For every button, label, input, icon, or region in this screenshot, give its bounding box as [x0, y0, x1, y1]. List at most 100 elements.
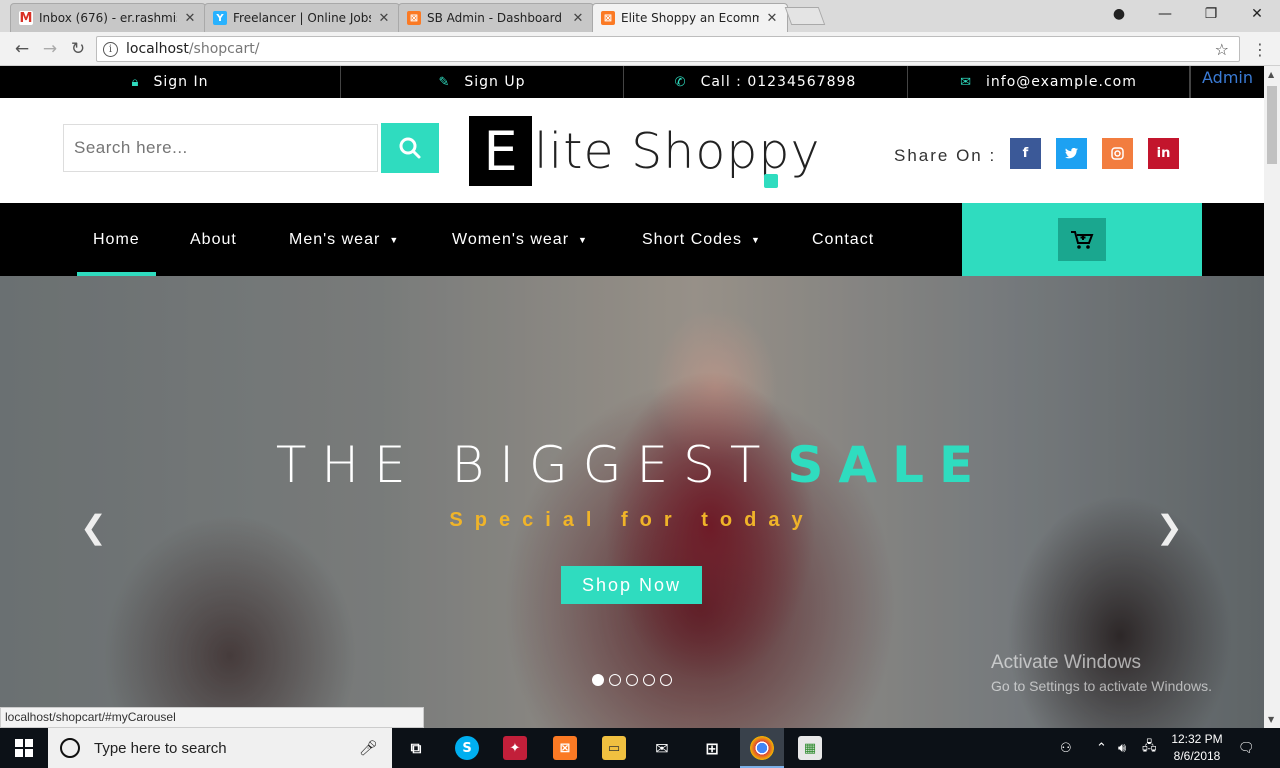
task-view-icon[interactable]: ⧉	[404, 736, 428, 760]
close-icon[interactable]: ✕	[183, 11, 197, 26]
volume-icon[interactable]: 🔊︎	[1118, 728, 1126, 768]
search-icon	[399, 137, 421, 159]
site-header: E lite Shoppy Share On : f in	[0, 98, 1264, 203]
shop-now-button[interactable]: Shop Now	[561, 566, 702, 604]
close-window-button[interactable]: ✕	[1234, 0, 1280, 28]
linkedin-icon[interactable]: in	[1148, 138, 1179, 169]
chevron-left-icon[interactable]: ❮	[80, 508, 107, 546]
bookmark-star-icon[interactable]: ☆	[1215, 40, 1229, 59]
nav-womens-wear[interactable]: Women's wear ▼	[452, 203, 588, 276]
microphone-icon[interactable]: 🎤︎	[359, 739, 378, 757]
carousel-dot[interactable]	[609, 674, 621, 686]
tab-label: SB Admin - Dashboard	[427, 11, 562, 25]
url-host: localhost	[126, 41, 189, 57]
chevron-up-icon[interactable]: ⌃	[1096, 728, 1107, 768]
skype-icon[interactable]: S	[455, 736, 479, 760]
nav-label: Contact	[812, 230, 875, 248]
carousel-indicators	[592, 674, 672, 686]
sign-up-link[interactable]: ✎ Sign Up	[341, 66, 624, 98]
top-info-bar: 🔒︎ Sign In ✎ Sign Up ✆ Call : 0123456789…	[0, 66, 1264, 98]
caret-down-icon: ▼	[750, 234, 761, 245]
email-label: info@example.com	[986, 74, 1137, 90]
caret-down-icon: ▼	[578, 234, 588, 245]
start-button[interactable]	[0, 728, 48, 768]
tab-label: Inbox (676) - er.rashmish	[39, 11, 177, 25]
file-explorer-icon[interactable]: ▭	[602, 736, 626, 760]
maximize-button[interactable]: ❐	[1188, 0, 1234, 28]
admin-link[interactable]: Admin	[1190, 66, 1264, 98]
menu-kebab-icon[interactable]: ⋮	[1252, 40, 1268, 59]
vertical-scrollbar[interactable]: ▲ ▼	[1264, 66, 1280, 728]
carousel-dot[interactable]	[592, 674, 604, 686]
tab-inbox[interactable]: M Inbox (676) - er.rashmish ✕	[10, 3, 206, 32]
xampp-icon: ⊠	[407, 11, 421, 25]
close-icon[interactable]: ✕	[571, 11, 585, 26]
sign-in-link[interactable]: 🔒︎ Sign In	[0, 66, 341, 98]
instagram-icon[interactable]	[1102, 138, 1133, 169]
url-input[interactable]: i localhost/shopcart/ ☆	[96, 36, 1240, 62]
xampp-icon[interactable]: ⊠	[553, 736, 577, 760]
sign-up-label: Sign Up	[464, 74, 526, 90]
close-icon[interactable]: ✕	[765, 11, 779, 26]
windows-taskbar: Type here to search 🎤︎ ⧉ S ✦ ⊠ ▭ ✉ ⊞ ▦ ⚇…	[0, 728, 1280, 768]
logo-letter: E	[469, 116, 532, 186]
hero-headline: THE BIGGEST SALE	[0, 436, 1264, 494]
watermark-line2: Go to Settings to activate Windows.	[991, 678, 1212, 694]
nav-contact[interactable]: Contact	[812, 203, 874, 276]
xampp-icon: ⊠	[601, 11, 615, 25]
scroll-up-icon[interactable]: ▲	[1268, 70, 1274, 79]
watermark-line1: Activate Windows	[991, 652, 1141, 673]
phone-icon: ✆	[674, 74, 687, 90]
taskbar-search[interactable]: Type here to search 🎤︎	[48, 728, 392, 768]
minimize-button[interactable]: —	[1142, 0, 1188, 28]
url-path: /shopcart/	[188, 41, 260, 57]
nav-short-codes[interactable]: Short Codes ▼	[642, 203, 761, 276]
carousel-dot[interactable]	[660, 674, 672, 686]
scroll-down-icon[interactable]: ▼	[1268, 715, 1274, 724]
paint-app-icon[interactable]: ✦	[503, 736, 527, 760]
share-label: Share On :	[894, 146, 997, 165]
forward-icon[interactable]: →	[38, 38, 62, 60]
carousel-dot[interactable]	[643, 674, 655, 686]
info-icon[interactable]: i	[103, 41, 118, 57]
freelancer-icon: Y	[213, 11, 227, 25]
search-input[interactable]	[63, 124, 378, 172]
hero-carousel[interactable]: THE BIGGEST SALE Special for today Shop N…	[0, 276, 1264, 728]
network-icon[interactable]: 🖧︎	[1142, 728, 1157, 768]
reload-icon[interactable]: ↻	[66, 38, 90, 60]
cart-icon	[1071, 230, 1094, 249]
tab-elite-shoppy[interactable]: ⊠ Elite Shoppy an Ecomme ✕	[592, 3, 788, 32]
store-icon[interactable]: ⊞	[700, 736, 724, 760]
nav-label: Men's wear	[289, 230, 381, 248]
back-icon[interactable]: ←	[10, 38, 34, 60]
windows-activation-watermark: Activate Windows Go to Settings to activ…	[991, 652, 1212, 694]
tab-label: Elite Shoppy an Ecomme	[621, 11, 759, 25]
carousel-dot[interactable]	[626, 674, 638, 686]
nav-mens-wear[interactable]: Men's wear ▼	[289, 203, 399, 276]
nav-label: About	[190, 230, 237, 248]
taskbar-clock[interactable]: 12:32 PM 8/6/2018	[1168, 731, 1226, 765]
twitter-icon[interactable]	[1056, 138, 1087, 169]
email-link[interactable]: ✉ info@example.com	[908, 66, 1190, 98]
status-bar-url: localhost/shopcart/#myCarousel	[0, 707, 424, 728]
chevron-right-icon[interactable]: ❯	[1156, 508, 1183, 546]
sheet-app-icon[interactable]: ▦	[798, 736, 822, 760]
chrome-icon[interactable]	[750, 736, 774, 760]
new-tab-button[interactable]	[784, 7, 826, 25]
scrollbar-thumb[interactable]	[1267, 86, 1277, 164]
mail-icon[interactable]: ✉	[650, 736, 674, 760]
tab-sb-admin[interactable]: ⊠ SB Admin - Dashboard ✕	[398, 3, 594, 32]
nav-home[interactable]: Home	[77, 203, 156, 276]
nav-about[interactable]: About	[190, 203, 237, 276]
notifications-icon[interactable]: 🗨︎	[1238, 728, 1255, 768]
people-icon[interactable]: ⚇	[1060, 728, 1072, 768]
tab-freelancer[interactable]: Y Freelancer | Online Jobs | ✕	[204, 3, 400, 32]
taskbar-search-placeholder: Type here to search	[94, 739, 227, 757]
call-label: Call : 01234567898	[700, 74, 857, 90]
facebook-icon[interactable]: f	[1010, 138, 1041, 169]
lock-icon: 🔒︎	[131, 74, 140, 90]
close-icon[interactable]: ✕	[377, 11, 391, 26]
search-button[interactable]	[381, 123, 439, 173]
profile-icon[interactable]: ●	[1096, 0, 1142, 28]
cart-button[interactable]	[1058, 218, 1106, 261]
